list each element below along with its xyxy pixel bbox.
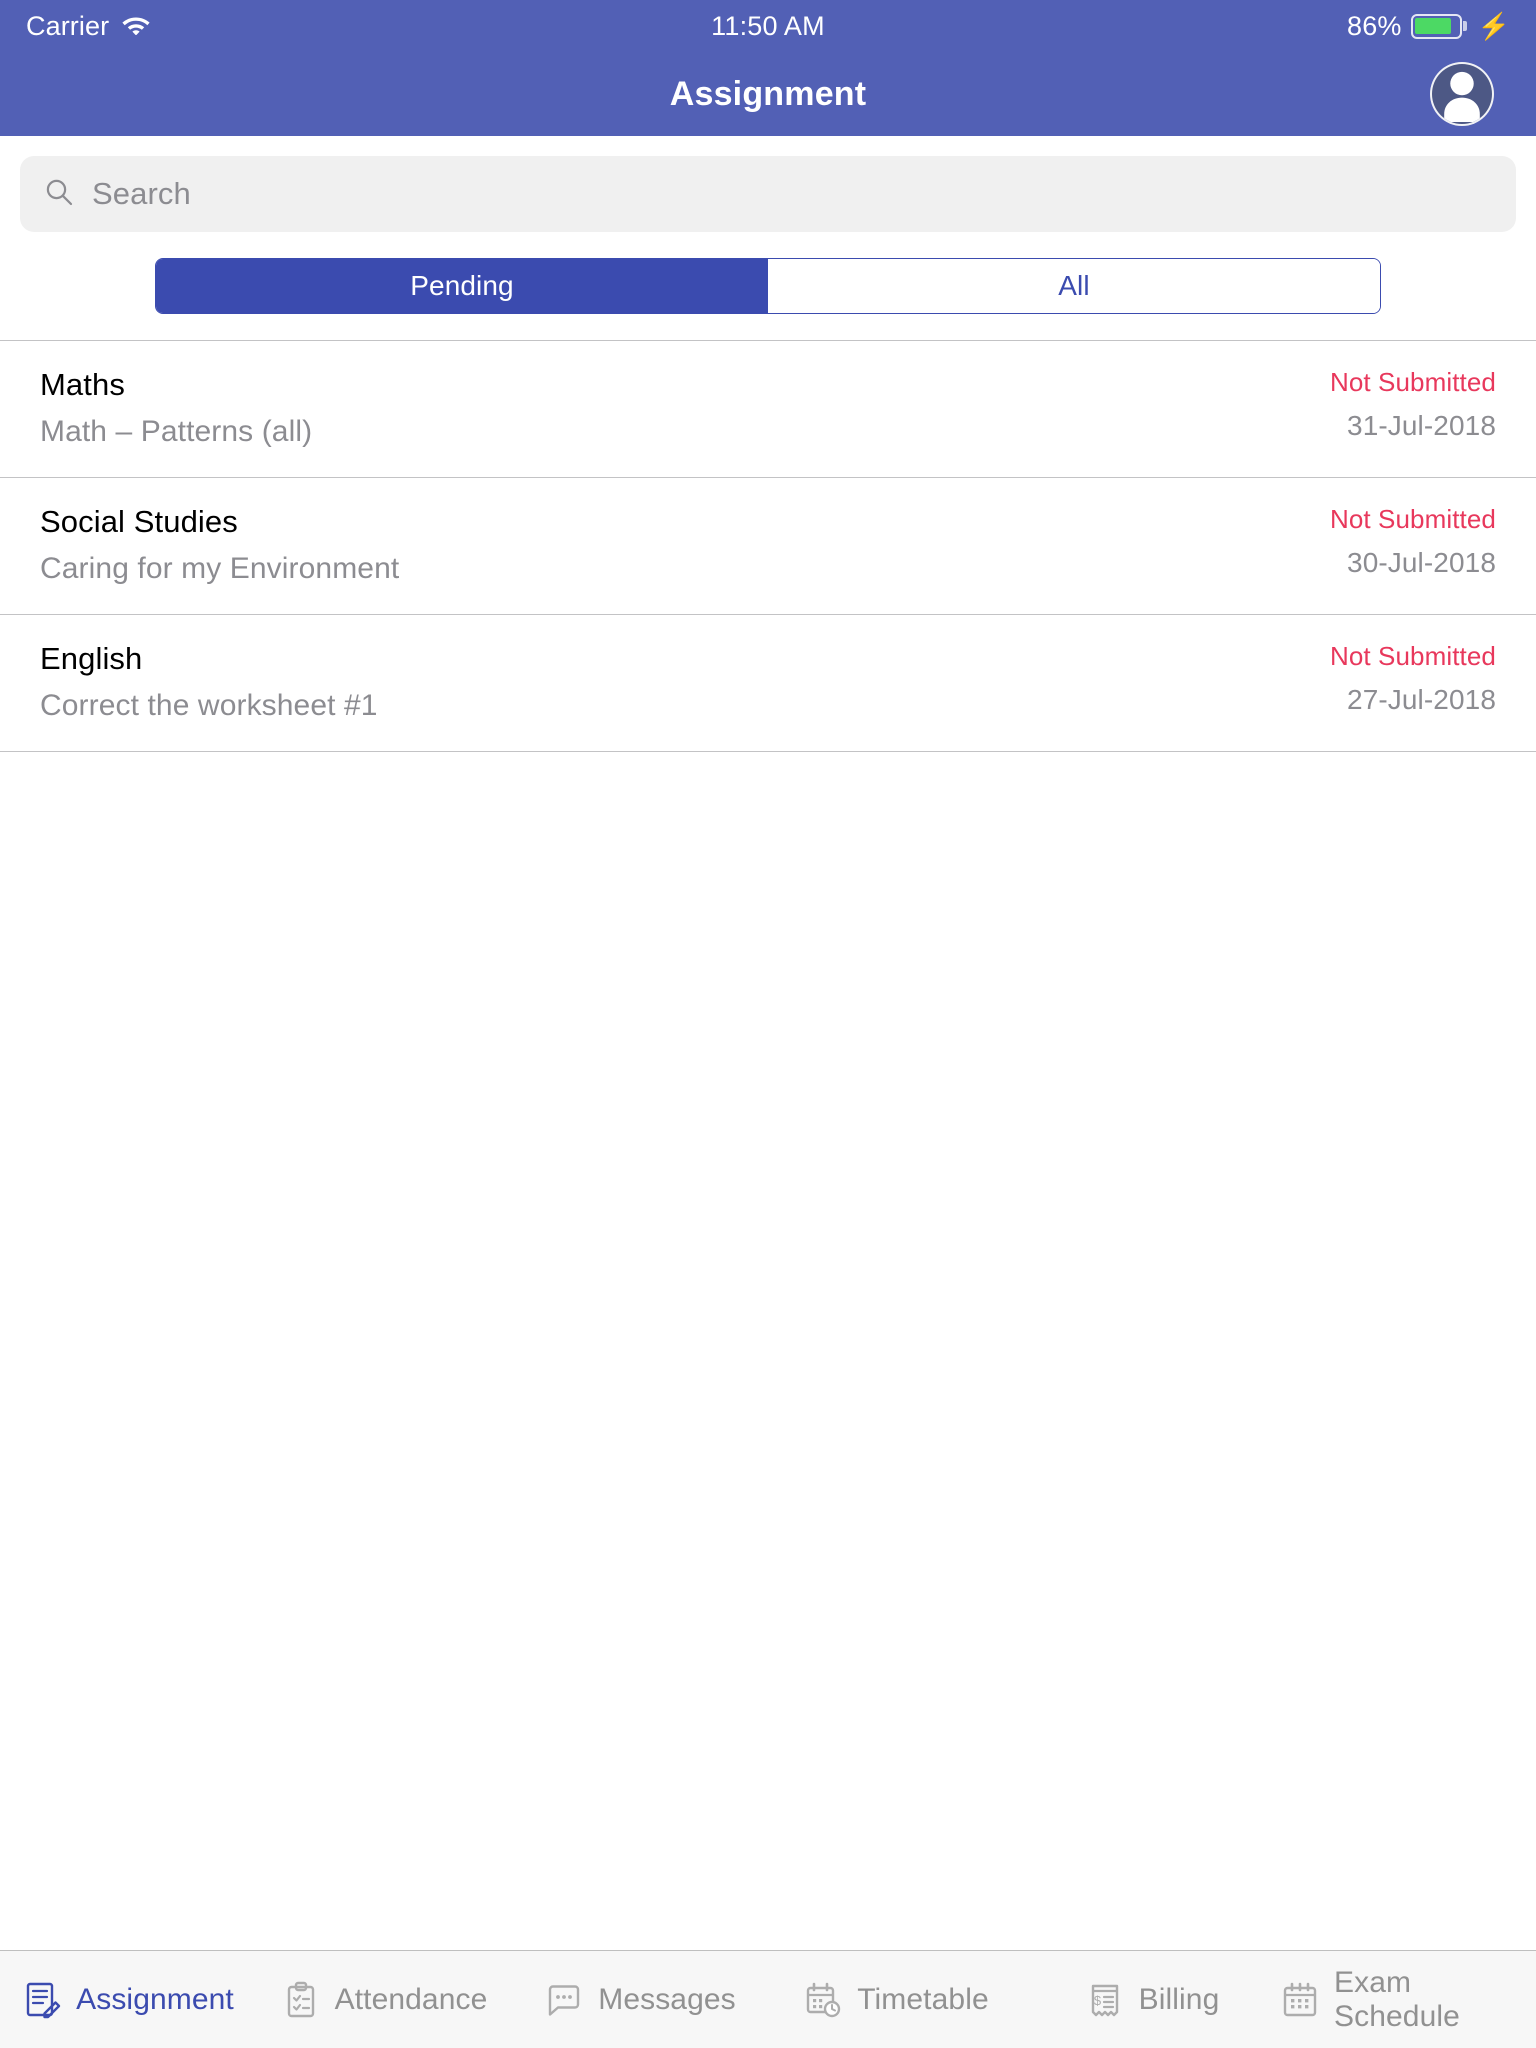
- tab-attendance[interactable]: Attendance: [256, 1951, 512, 2048]
- document-pencil-icon: [22, 1980, 62, 2020]
- page-title: Assignment: [669, 74, 867, 113]
- clipboard-check-icon: [281, 1980, 321, 2020]
- person-avatar-icon: [1444, 71, 1480, 122]
- avatar[interactable]: [1430, 62, 1494, 126]
- carrier-label: Carrier: [26, 10, 110, 41]
- navigation-bar: Assignment: [0, 52, 1536, 136]
- tab-timetable[interactable]: Timetable: [768, 1951, 1024, 2048]
- status-badge: Not Submitted: [1329, 641, 1496, 671]
- tab-assignment[interactable]: Assignment: [0, 1951, 256, 2048]
- assignment-subject: English: [40, 641, 143, 676]
- tab-exam-schedule[interactable]: Exam Schedule: [1280, 1951, 1536, 2048]
- tab-bar: Assignment Attendance Messages Timetable…: [0, 1950, 1536, 2048]
- table-row[interactable]: Maths Math – Patterns (all) Not Submitte…: [0, 341, 1536, 478]
- table-row[interactable]: Social Studies Caring for my Environment…: [0, 478, 1536, 615]
- segment-all[interactable]: All: [768, 259, 1380, 313]
- search-input[interactable]: Search: [20, 156, 1516, 232]
- assignment-description: Caring for my Environment: [40, 552, 400, 585]
- status-badge: Not Submitted: [1329, 367, 1496, 397]
- battery-icon: [1410, 13, 1462, 39]
- assignment-list: Maths Math – Patterns (all) Not Submitte…: [0, 340, 1536, 1950]
- search-placeholder: Search: [92, 176, 191, 211]
- assignment-subject: Maths: [40, 367, 125, 402]
- segment-pending[interactable]: Pending: [156, 259, 768, 313]
- status-bar-time: 11:50 AM: [711, 10, 825, 41]
- status-bar-right: 86% ⚡: [1347, 11, 1510, 42]
- assignment-due-date: 31-Jul-2018: [1347, 410, 1496, 441]
- charging-bolt-icon: ⚡: [1477, 11, 1510, 41]
- table-row[interactable]: English Correct the worksheet #1 Not Sub…: [0, 615, 1536, 752]
- battery-percent-label: 86%: [1346, 10, 1402, 41]
- tab-billing[interactable]: $ Billing: [1024, 1951, 1280, 2048]
- segmented-control[interactable]: Pending All: [155, 258, 1381, 314]
- receipt-dollar-icon: $: [1085, 1980, 1125, 2020]
- filter-section: Pending All: [0, 232, 1536, 340]
- tab-label: Timetable: [857, 1982, 989, 2016]
- tab-label: Billing: [1138, 1982, 1220, 2016]
- status-bar: Carrier 11:50 AM 86% ⚡: [0, 0, 1536, 52]
- status-bar-left: Carrier: [26, 11, 151, 42]
- search-section: Search: [0, 136, 1536, 232]
- assignment-due-date: 27-Jul-2018: [1347, 684, 1496, 715]
- chat-bubble-icon: [544, 1980, 584, 2020]
- tab-label: Exam Schedule: [1334, 1965, 1460, 2033]
- assignment-description: Correct the worksheet #1: [40, 689, 378, 722]
- tab-label: Attendance: [334, 1982, 488, 2016]
- assignment-subject: Social Studies: [40, 504, 238, 539]
- wifi-icon: [121, 13, 151, 40]
- tab-label: Assignment: [76, 1982, 234, 2016]
- status-badge: Not Submitted: [1329, 504, 1496, 534]
- svg-text:$: $: [1094, 1993, 1102, 2008]
- app-screen: Carrier 11:50 AM 86% ⚡ Assignment Search…: [0, 0, 1536, 2048]
- assignment-due-date: 30-Jul-2018: [1347, 547, 1496, 578]
- tab-label: Messages: [598, 1982, 736, 2016]
- calendar-clock-icon: [803, 1980, 843, 2020]
- search-icon: [44, 177, 74, 212]
- assignment-description: Math – Patterns (all): [40, 415, 313, 448]
- tab-messages[interactable]: Messages: [512, 1951, 768, 2048]
- calendar-grid-icon: [1280, 1980, 1320, 2020]
